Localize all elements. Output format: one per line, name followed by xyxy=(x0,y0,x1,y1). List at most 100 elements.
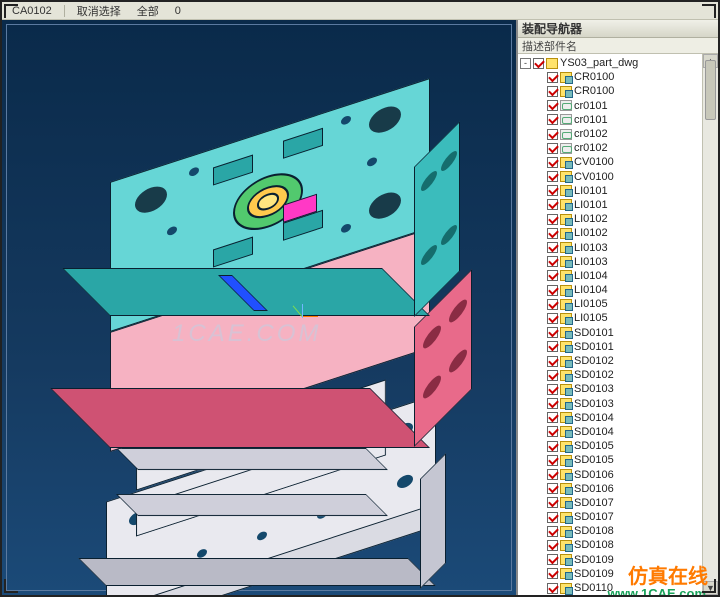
visibility-checkbox[interactable] xyxy=(547,526,558,537)
tree-node[interactable]: LI0103 xyxy=(520,255,718,269)
visibility-checkbox[interactable] xyxy=(547,483,558,494)
visibility-checkbox[interactable] xyxy=(547,299,558,310)
tree-node[interactable]: SD0108 xyxy=(520,524,718,538)
tree-node[interactable]: SD0106 xyxy=(520,467,718,481)
tree-node[interactable]: SD0102 xyxy=(520,354,718,368)
visibility-checkbox[interactable] xyxy=(547,313,558,324)
toolbar-deselect-button[interactable]: 取消选择 xyxy=(73,3,125,19)
visibility-checkbox[interactable] xyxy=(547,341,558,352)
tree-node[interactable]: LI0101 xyxy=(520,184,718,198)
visibility-checkbox[interactable] xyxy=(547,327,558,338)
visibility-checkbox[interactable] xyxy=(547,228,558,239)
visibility-checkbox[interactable] xyxy=(547,86,558,97)
tree-node[interactable]: LI0103 xyxy=(520,240,718,254)
assembly-tree[interactable]: -YS03_part_dwgCR0100CR0100cr0101cr0101cr… xyxy=(518,54,718,595)
tree-node-label: SD0108 xyxy=(574,525,614,537)
tree-node-label: CV0100 xyxy=(574,171,614,183)
tree-node[interactable]: SD0106 xyxy=(520,482,718,496)
toolbar-scope-button[interactable]: 全部 xyxy=(133,3,163,19)
frame-corner-icon xyxy=(4,579,18,593)
visibility-checkbox[interactable] xyxy=(547,568,558,579)
tree-node-label: SD0109 xyxy=(574,554,614,566)
assembly-icon xyxy=(546,58,558,69)
visibility-checkbox[interactable] xyxy=(547,554,558,565)
toolbar-count: 0 xyxy=(171,5,185,17)
scroll-thumb[interactable] xyxy=(705,60,716,120)
tree-node[interactable]: cr0101 xyxy=(520,99,718,113)
tree-node[interactable]: LI0102 xyxy=(520,226,718,240)
visibility-checkbox[interactable] xyxy=(547,398,558,409)
tree-node-label: SD0102 xyxy=(574,355,614,367)
tree-node[interactable]: SD0105 xyxy=(520,439,718,453)
watermark-center: 1CAE.COM xyxy=(172,320,321,348)
tree-node[interactable]: SD0104 xyxy=(520,425,718,439)
tree-node[interactable]: SD0103 xyxy=(520,382,718,396)
visibility-checkbox[interactable] xyxy=(547,512,558,523)
visibility-checkbox[interactable] xyxy=(547,455,558,466)
visibility-checkbox[interactable] xyxy=(547,497,558,508)
tree-node[interactable]: SD0101 xyxy=(520,326,718,340)
expand-toggle-icon[interactable]: - xyxy=(520,58,531,69)
visibility-checkbox[interactable] xyxy=(547,356,558,367)
tree-node[interactable]: SD0107 xyxy=(520,496,718,510)
visibility-checkbox[interactable] xyxy=(547,412,558,423)
visibility-checkbox[interactable] xyxy=(547,114,558,125)
visibility-checkbox[interactable] xyxy=(547,72,558,83)
tree-node-label: SD0103 xyxy=(574,383,614,395)
tree-node[interactable]: SD0101 xyxy=(520,340,718,354)
visibility-checkbox[interactable] xyxy=(547,214,558,225)
watermark-brand: 仿真在线 xyxy=(628,560,708,589)
visibility-checkbox[interactable] xyxy=(547,469,558,480)
linked-part-icon xyxy=(560,129,572,140)
tree-node[interactable]: cr0102 xyxy=(520,141,718,155)
visibility-checkbox[interactable] xyxy=(547,157,558,168)
visibility-checkbox[interactable] xyxy=(547,242,558,253)
tree-node[interactable]: LI0104 xyxy=(520,269,718,283)
expand-toggle-icon xyxy=(534,398,545,409)
visibility-checkbox[interactable] xyxy=(547,256,558,267)
tree-node[interactable]: LI0104 xyxy=(520,283,718,297)
visibility-checkbox[interactable] xyxy=(547,441,558,452)
visibility-checkbox[interactable] xyxy=(547,171,558,182)
assembly-navigator-column-header[interactable]: 描述部件名 xyxy=(518,38,718,54)
graphics-viewport[interactable]: 1CAE.COM xyxy=(2,20,516,595)
visibility-checkbox[interactable] xyxy=(547,583,558,594)
tree-root-node[interactable]: -YS03_part_dwg xyxy=(520,56,718,70)
tree-node[interactable]: SD0102 xyxy=(520,368,718,382)
visibility-checkbox[interactable] xyxy=(547,100,558,111)
visibility-checkbox[interactable] xyxy=(547,540,558,551)
part-icon xyxy=(560,185,572,196)
tree-node[interactable]: LI0105 xyxy=(520,311,718,325)
tree-node[interactable]: CR0100 xyxy=(520,84,718,98)
visibility-checkbox[interactable] xyxy=(547,270,558,281)
visibility-checkbox[interactable] xyxy=(547,185,558,196)
model-assembly[interactable] xyxy=(52,70,452,530)
visibility-checkbox[interactable] xyxy=(547,426,558,437)
tree-node[interactable]: SD0108 xyxy=(520,538,718,552)
expand-toggle-icon xyxy=(534,469,545,480)
expand-toggle-icon xyxy=(534,214,545,225)
tree-node[interactable]: CV0100 xyxy=(520,155,718,169)
tree-node[interactable]: SD0104 xyxy=(520,411,718,425)
tree-node[interactable]: LI0105 xyxy=(520,297,718,311)
a-plate[interactable] xyxy=(110,90,430,310)
visibility-checkbox[interactable] xyxy=(533,58,544,69)
visibility-checkbox[interactable] xyxy=(547,370,558,381)
tree-node[interactable]: cr0101 xyxy=(520,113,718,127)
tree-node[interactable]: SD0105 xyxy=(520,453,718,467)
tree-node[interactable]: SD0103 xyxy=(520,397,718,411)
tree-node[interactable]: cr0102 xyxy=(520,127,718,141)
tree-node[interactable]: CV0100 xyxy=(520,170,718,184)
tree-node[interactable]: CR0100 xyxy=(520,70,718,84)
visibility-checkbox[interactable] xyxy=(547,199,558,210)
navigator-scrollbar[interactable]: ▲ ▼ xyxy=(702,54,718,595)
tree-node-label: LI0104 xyxy=(574,284,608,296)
visibility-checkbox[interactable] xyxy=(547,143,558,154)
tree-node[interactable]: SD0107 xyxy=(520,510,718,524)
visibility-checkbox[interactable] xyxy=(547,285,558,296)
visibility-checkbox[interactable] xyxy=(547,129,558,140)
linked-part-icon xyxy=(560,143,572,154)
tree-node[interactable]: LI0102 xyxy=(520,212,718,226)
tree-node[interactable]: LI0101 xyxy=(520,198,718,212)
visibility-checkbox[interactable] xyxy=(547,384,558,395)
